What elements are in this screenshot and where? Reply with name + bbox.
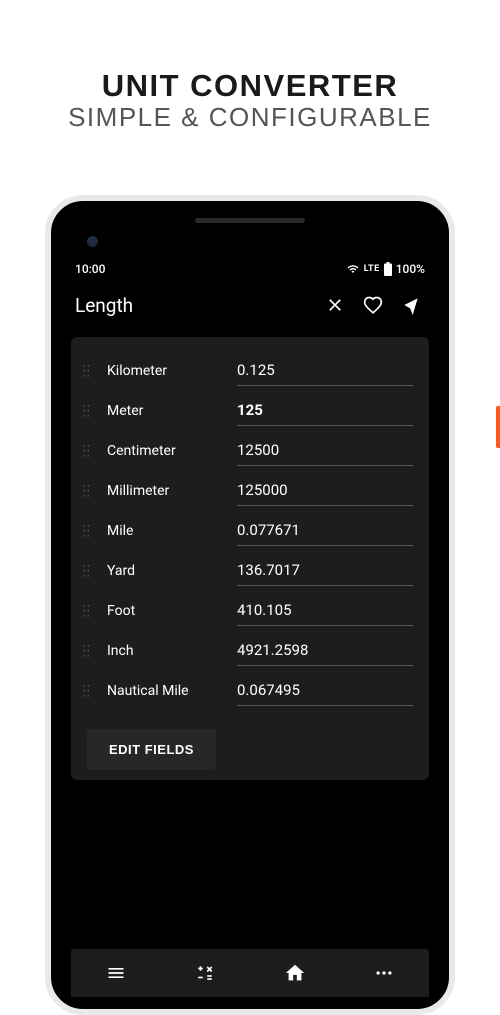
- unit-value-input[interactable]: 410.105: [237, 597, 413, 626]
- home-icon[interactable]: [250, 962, 340, 984]
- unit-row: ······Centimeter12500: [81, 431, 419, 471]
- unit-label: Nautical Mile: [99, 683, 237, 699]
- unit-value-input[interactable]: 0.125: [237, 357, 413, 386]
- more-icon[interactable]: [340, 963, 430, 983]
- app-bar: Length: [63, 281, 437, 329]
- unit-label: Millimeter: [99, 483, 237, 499]
- share-icon[interactable]: [401, 295, 421, 315]
- content-area: ······Kilometer0.125······Meter125······…: [63, 329, 437, 949]
- unit-row: ······Mile0.077671: [81, 511, 419, 551]
- phone-speaker: [195, 218, 305, 223]
- drag-handle-icon[interactable]: ······: [81, 644, 99, 659]
- promo-title: UNIT CONVERTER: [0, 68, 500, 104]
- battery-icon: [384, 262, 392, 276]
- unit-label: Kilometer: [99, 363, 237, 379]
- unit-label: Centimeter: [99, 443, 237, 459]
- status-right: LTE 100%: [346, 262, 425, 276]
- side-accent-indicator: [496, 406, 500, 448]
- drag-handle-icon[interactable]: ······: [81, 684, 99, 699]
- app-title: Length: [73, 294, 325, 317]
- unit-label: Inch: [99, 643, 237, 659]
- drag-handle-icon[interactable]: ······: [81, 524, 99, 539]
- edit-fields-button[interactable]: EDIT FIELDS: [87, 729, 216, 770]
- unit-value-input[interactable]: 4921.2598: [237, 637, 413, 666]
- status-time: 10:00: [75, 262, 105, 276]
- network-label: LTE: [364, 264, 380, 274]
- unit-row: ······Meter125: [81, 391, 419, 431]
- phone-frame: 10:00 LTE 100% Length: [45, 195, 455, 1015]
- drag-handle-icon[interactable]: ······: [81, 564, 99, 579]
- promo-subtitle: SIMPLE & CONFIGURABLE: [0, 102, 500, 133]
- unit-value-input[interactable]: 136.7017: [237, 557, 413, 586]
- drag-handle-icon[interactable]: ······: [81, 404, 99, 419]
- drag-handle-icon[interactable]: ······: [81, 364, 99, 379]
- units-panel: ······Kilometer0.125······Meter125······…: [71, 337, 429, 780]
- promo-header: UNIT CONVERTER SIMPLE & CONFIGURABLE: [0, 0, 500, 133]
- unit-value-input[interactable]: 0.067495: [237, 677, 413, 706]
- unit-row: ······Nautical Mile0.067495: [81, 671, 419, 711]
- status-bar: 10:00 LTE 100%: [63, 257, 437, 281]
- unit-value-input[interactable]: 125000: [237, 477, 413, 506]
- close-icon[interactable]: [325, 295, 345, 315]
- unit-row: ······Kilometer0.125: [81, 351, 419, 391]
- unit-row: ······Foot410.105: [81, 591, 419, 631]
- unit-row: ······Inch4921.2598: [81, 631, 419, 671]
- unit-label: Mile: [99, 523, 237, 539]
- unit-label: Meter: [99, 403, 237, 419]
- unit-value-input[interactable]: 125: [237, 397, 413, 426]
- screen: 10:00 LTE 100% Length: [63, 257, 437, 997]
- unit-label: Foot: [99, 603, 237, 619]
- unit-label: Yard: [99, 563, 237, 579]
- wifi-icon: [346, 263, 360, 275]
- unit-row: ······Yard136.7017: [81, 551, 419, 591]
- battery-label: 100%: [396, 262, 425, 276]
- unit-value-input[interactable]: 12500: [237, 437, 413, 466]
- favorite-icon[interactable]: [363, 295, 383, 315]
- unit-row: ······Millimeter125000: [81, 471, 419, 511]
- drag-handle-icon[interactable]: ······: [81, 604, 99, 619]
- unit-value-input[interactable]: 0.077671: [237, 517, 413, 546]
- calculator-icon[interactable]: [161, 964, 251, 982]
- bottom-nav: [71, 949, 429, 997]
- drag-handle-icon[interactable]: ······: [81, 444, 99, 459]
- app-bar-actions: [325, 295, 427, 315]
- drag-handle-icon[interactable]: ······: [81, 484, 99, 499]
- menu-icon[interactable]: [71, 963, 161, 983]
- phone-camera: [87, 236, 98, 247]
